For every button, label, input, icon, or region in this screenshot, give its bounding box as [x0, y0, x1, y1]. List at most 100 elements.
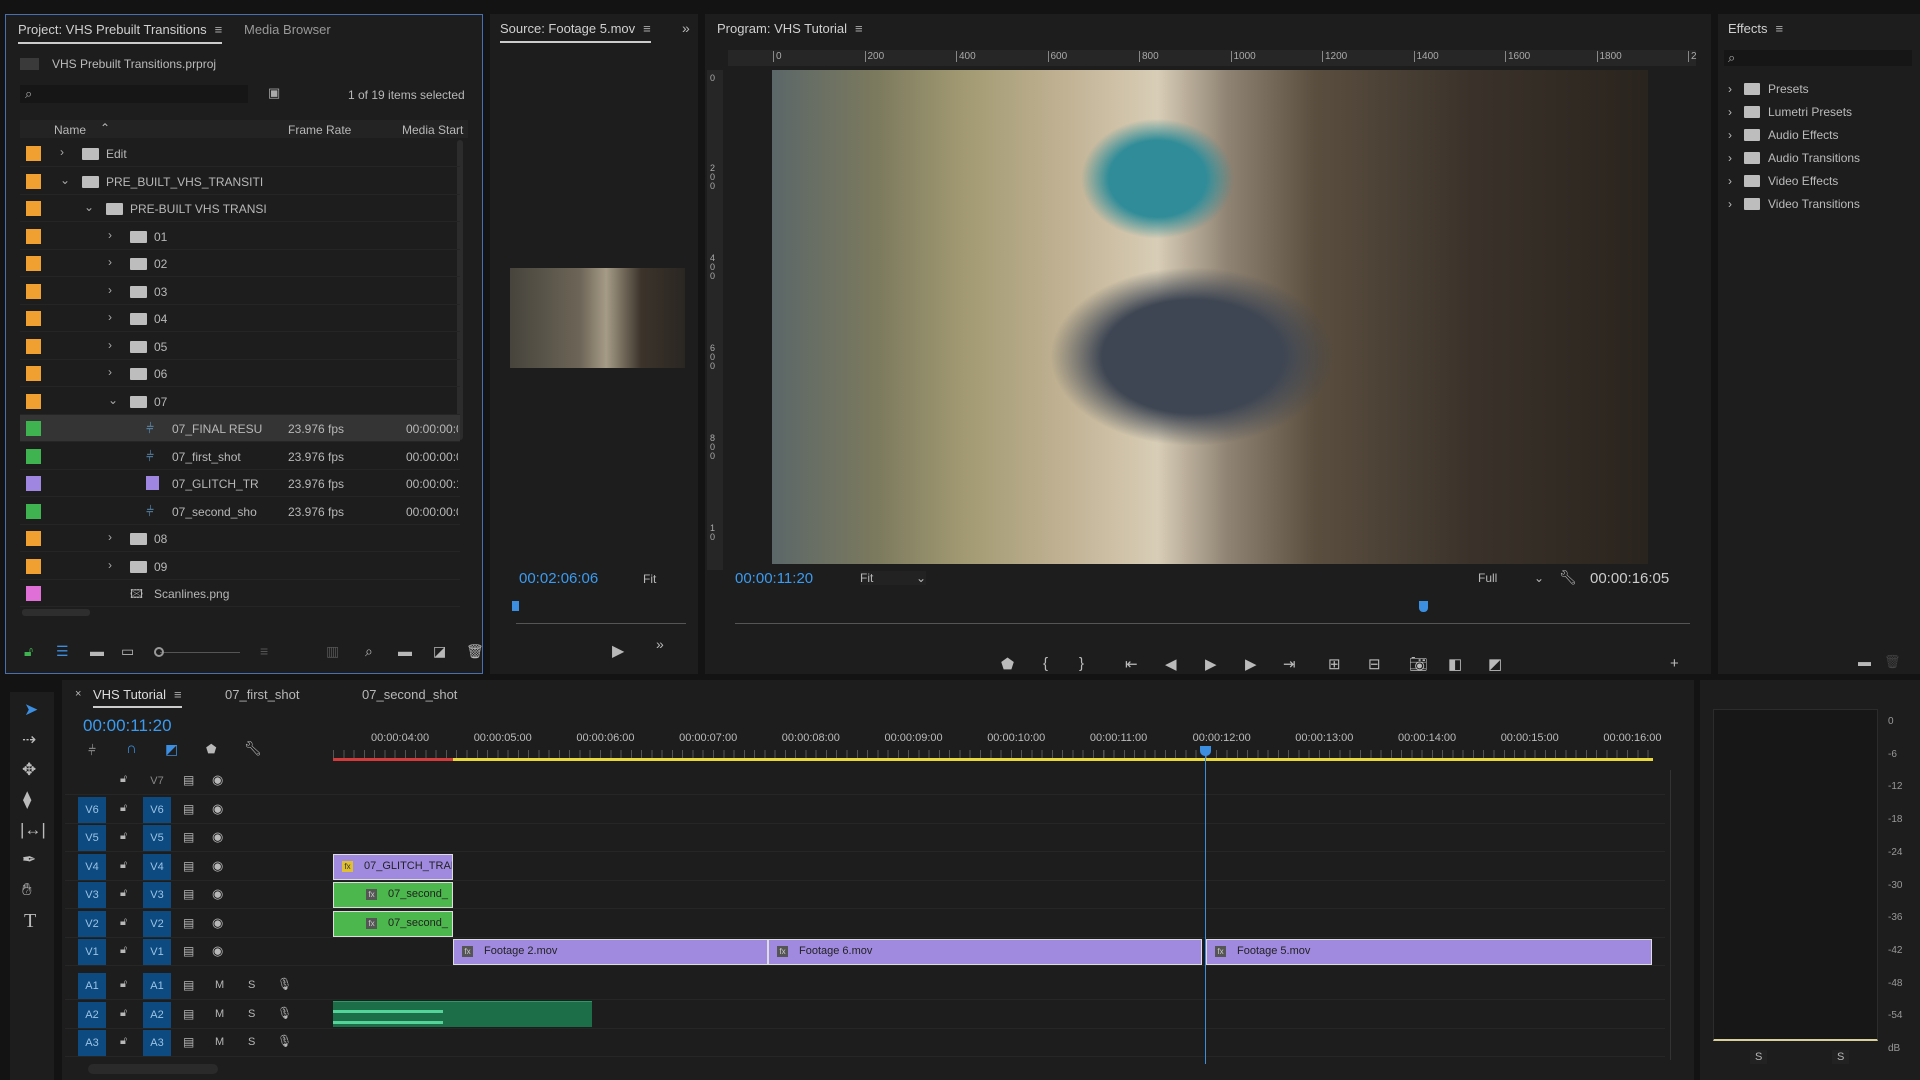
list-item[interactable]: ⫩ 07_second_sho 23.976 fps 00:00:00:0: [20, 498, 460, 525]
eye-icon[interactable]: ◉: [212, 886, 223, 902]
microphone-icon[interactable]: 🎙︎: [277, 1034, 292, 1048]
extract-icon[interactable]: ⊟: [1368, 655, 1381, 673]
chevron-right-icon[interactable]: ›: [1728, 105, 1732, 119]
eye-icon[interactable]: ◉: [212, 801, 223, 817]
chevron-right-icon[interactable]: ›: [108, 283, 112, 297]
solo-right-button[interactable]: S: [1832, 1050, 1850, 1064]
label-color-swatch[interactable]: [26, 558, 41, 574]
track-target-toggle[interactable]: V7: [143, 768, 171, 794]
label-color-swatch[interactable]: [26, 338, 41, 354]
menu-icon[interactable]: ≡: [643, 21, 651, 36]
lock-icon[interactable]: 🔓︎: [120, 1007, 127, 1020]
lock-icon[interactable]: 🔓︎: [120, 830, 127, 843]
source-patch-toggle[interactable]: A3: [78, 1030, 106, 1056]
label-color-swatch[interactable]: [26, 476, 41, 491]
microphone-icon[interactable]: 🎙︎: [277, 1006, 292, 1020]
zoom-slider[interactable]: [154, 647, 240, 657]
search-input[interactable]: ⌕: [20, 85, 248, 103]
icon-view-icon[interactable]: ▬: [90, 643, 104, 659]
track-target-toggle[interactable]: A2: [143, 1001, 171, 1028]
new-bin-icon[interactable]: ▬: [398, 643, 412, 659]
find-bin-icon[interactable]: ▣: [268, 85, 280, 101]
trash-icon[interactable]: 🗑︎: [466, 643, 484, 660]
source-patch-toggle[interactable]: V2: [78, 910, 106, 937]
source-patch-toggle[interactable]: V1: [78, 939, 106, 965]
source-timecode[interactable]: 00:02:06:06: [519, 570, 598, 587]
source-zoom-select[interactable]: Fit: [643, 572, 656, 586]
lock-icon[interactable]: 🔓︎: [120, 859, 127, 872]
linked-selection-icon[interactable]: ◩: [165, 741, 178, 758]
eye-icon[interactable]: ◉: [212, 829, 223, 845]
go-to-in-icon[interactable]: ⇤: [1125, 655, 1138, 673]
tab-media-browser[interactable]: Media Browser: [244, 22, 331, 37]
snap-icon[interactable]: ∩: [126, 740, 137, 757]
add-marker-icon[interactable]: ⬟: [1001, 655, 1014, 673]
list-item[interactable]: › 09: [20, 553, 460, 580]
comparison-view-icon[interactable]: ◧: [1448, 655, 1462, 673]
source-patch-toggle[interactable]: V3: [78, 882, 106, 908]
list-item[interactable]: ⫩ 07_first_shot 23.976 fps 00:00:00:0: [20, 443, 460, 470]
timeline-clip[interactable]: fx Footage 2.mov: [453, 939, 768, 965]
track-target-toggle[interactable]: V2: [143, 910, 171, 937]
slip-tool-icon[interactable]: |↔|: [20, 820, 46, 840]
track-target-toggle[interactable]: V1: [143, 939, 171, 965]
program-playhead[interactable]: [1418, 601, 1428, 612]
sync-lock-icon[interactable]: ▤: [183, 859, 194, 873]
list-item[interactable]: ⌄ 07: [20, 388, 460, 415]
sync-lock-icon[interactable]: ▤: [183, 773, 194, 787]
sync-lock-icon[interactable]: ▤: [183, 944, 194, 958]
razor-tool-icon[interactable]: ⧫: [23, 790, 31, 810]
solo-button[interactable]: S: [248, 1036, 255, 1048]
chevron-right-icon[interactable]: ›: [108, 255, 112, 269]
play-icon[interactable]: ▶: [1205, 655, 1217, 673]
timeline-clip[interactable]: fx Footage 5.mov: [1206, 939, 1652, 965]
lock-icon[interactable]: 🔓︎: [120, 802, 127, 815]
chevron-down-icon[interactable]: ⌄: [60, 173, 70, 187]
column-name[interactable]: Name: [54, 123, 86, 137]
timeline-clip[interactable]: fx 07_GLITCH_TRAN: [333, 853, 453, 880]
chevron-right-icon[interactable]: ›: [60, 145, 64, 159]
pen-tool-icon[interactable]: ✒: [22, 850, 36, 870]
label-color-swatch[interactable]: [26, 448, 41, 464]
lock-icon[interactable]: 🔓︎: [120, 887, 127, 900]
chevron-right-icon[interactable]: ›: [1728, 197, 1732, 211]
proxy-toggle-icon[interactable]: ◩: [1488, 655, 1502, 673]
chevron-right-icon[interactable]: ›: [108, 558, 112, 572]
label-color-swatch[interactable]: [26, 201, 41, 216]
source-patch-toggle[interactable]: A2: [78, 1001, 106, 1028]
tab-07-second-shot[interactable]: 07_second_shot: [362, 687, 457, 702]
menu-icon[interactable]: ≡: [855, 21, 863, 36]
menu-icon[interactable]: ≡: [1776, 21, 1784, 36]
label-color-swatch[interactable]: [26, 531, 41, 546]
source-patch-toggle[interactable]: A1: [78, 973, 106, 999]
settings-wrench-icon[interactable]: 🔧︎: [1559, 569, 1577, 586]
chevron-right-icon[interactable]: ›: [108, 228, 112, 242]
label-color-swatch[interactable]: [26, 256, 41, 271]
eye-icon[interactable]: ◉: [212, 858, 223, 874]
chevron-right-icon[interactable]: ›: [108, 365, 112, 379]
chevron-right-icon[interactable]: ›: [1728, 174, 1732, 188]
timeline-timecode[interactable]: 00:00:11:20: [83, 716, 172, 736]
hand-tool-icon[interactable]: ✋︎: [22, 880, 32, 900]
chevron-right-icon[interactable]: ›: [1728, 151, 1732, 165]
list-item[interactable]: › 02: [20, 250, 460, 277]
ripple-edit-tool-icon[interactable]: ✥: [22, 760, 36, 780]
list-item[interactable]: ⫩ 07_FINAL RESU 23.976 fps 00:00:00:0: [20, 415, 460, 442]
lock-icon[interactable]: 🔓︎: [120, 1035, 127, 1048]
solo-left-button[interactable]: S: [1750, 1050, 1768, 1064]
work-area-bar[interactable]: [333, 758, 1653, 761]
list-item[interactable]: › 06: [20, 360, 460, 387]
program-zoom-select[interactable]: Fit ⌄: [860, 571, 926, 585]
source-patch-toggle[interactable]: V4: [78, 853, 106, 880]
chevron-right-icon[interactable]: ›: [108, 530, 112, 544]
sync-lock-icon[interactable]: ▤: [183, 887, 194, 901]
lock-icon[interactable]: 🔓︎: [120, 773, 127, 786]
track-target-toggle[interactable]: V6: [143, 796, 171, 823]
microphone-icon[interactable]: 🎙︎: [277, 977, 292, 991]
list-view-icon[interactable]: ☰: [56, 643, 69, 660]
find-icon[interactable]: ⌕: [365, 643, 373, 660]
source-playhead[interactable]: [512, 601, 519, 611]
sync-lock-icon[interactable]: ▤: [183, 916, 194, 930]
eye-icon[interactable]: ◉: [212, 772, 223, 788]
lock-icon[interactable]: 🔓︎: [120, 978, 127, 991]
